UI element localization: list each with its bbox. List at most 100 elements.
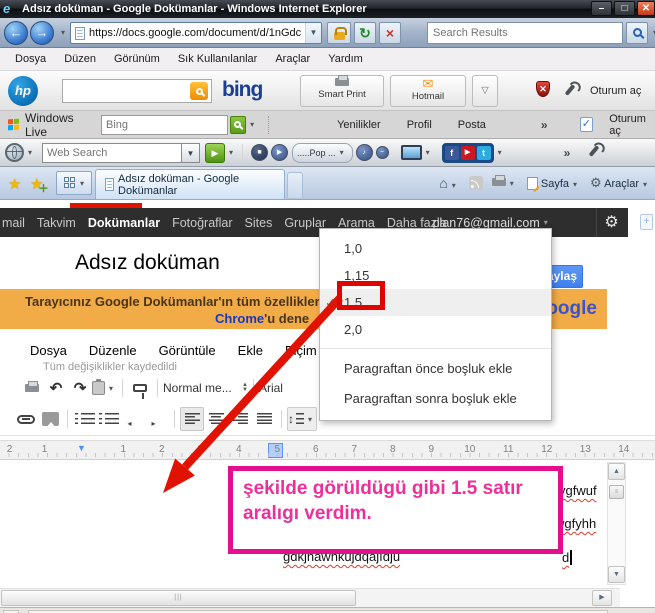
docs-menu-bicim[interactable]: Biçim bbox=[285, 343, 317, 358]
docs-menu-goruntule[interactable]: Görüntüle bbox=[159, 343, 216, 358]
doc-text-line3-right[interactable]: d bbox=[562, 549, 573, 567]
volume-button[interactable]: ♪ bbox=[355, 144, 373, 161]
spacing-option-1-0[interactable]: 1,0 bbox=[320, 235, 551, 262]
minimize-button[interactable]: – bbox=[591, 1, 612, 16]
twitter-icon[interactable]: t bbox=[476, 145, 491, 160]
go-button[interactable]: ▶ bbox=[205, 142, 226, 163]
forward-button[interactable]: → bbox=[30, 21, 54, 45]
web-search-input[interactable] bbox=[43, 143, 182, 162]
gbar-mail[interactable]: mail bbox=[2, 216, 25, 230]
document-title[interactable]: Adsız doküman bbox=[75, 251, 220, 275]
menu-sik-kullanilanlar[interactable]: Sık Kullanılanlar bbox=[169, 48, 267, 71]
add-favorite-icon[interactable]: ★ ＋ bbox=[30, 176, 48, 195]
live-signin-link[interactable]: Oturum aç bbox=[609, 113, 655, 137]
live-link-yenilikler[interactable]: Yenilikler bbox=[337, 119, 381, 131]
increase-indent-button[interactable] bbox=[145, 407, 169, 431]
doc-text-line1-right[interactable]: ygfwuf bbox=[559, 483, 597, 498]
social-dropdown-icon[interactable]: ▾ bbox=[498, 148, 502, 157]
globe-dropdown-icon[interactable]: ▾ bbox=[28, 148, 32, 157]
scroll-up-button[interactable]: ▲ bbox=[608, 463, 625, 480]
history-dropdown-icon[interactable]: ▾ bbox=[61, 28, 65, 37]
docs-menu-dosya[interactable]: Dosya bbox=[30, 343, 67, 358]
paint-format-button[interactable] bbox=[128, 376, 152, 400]
hotmail-button[interactable]: ✉ Hotmail bbox=[390, 75, 466, 107]
web-search-box[interactable] bbox=[42, 142, 183, 163]
print-button[interactable] bbox=[20, 376, 44, 400]
live-link-posta[interactable]: Posta bbox=[458, 119, 486, 131]
hp-toolbar-dropdown[interactable]: ▽ bbox=[472, 75, 498, 107]
align-right-button[interactable] bbox=[228, 407, 252, 431]
facebook-icon[interactable]: f bbox=[444, 145, 459, 160]
docs-menu-duzenle[interactable]: Düzenle bbox=[89, 343, 137, 358]
menu-araclar[interactable]: Araçlar bbox=[266, 48, 319, 71]
browser-search-input[interactable] bbox=[428, 23, 622, 43]
media-station-select[interactable]: .....Pop ... ▾ bbox=[292, 142, 353, 163]
document-vertical-scrollbar[interactable]: ▲ ≡ ▼ bbox=[607, 462, 626, 585]
horizontal-scroll-thumb[interactable]: ||| bbox=[1, 590, 356, 606]
menu-gorunum[interactable]: Görünüm bbox=[105, 48, 169, 71]
youtube-icon[interactable]: ▶ bbox=[460, 145, 475, 160]
style-spinner-icon[interactable]: ▲ ▼ bbox=[242, 382, 248, 393]
tools-menu-button[interactable]: ⚙ Araçlar ▾ bbox=[590, 176, 651, 190]
menu-dosya[interactable]: Dosya bbox=[6, 48, 55, 71]
redo-button[interactable]: ↷ bbox=[68, 376, 92, 400]
browser-tab[interactable]: Adsız doküman - Google Dokümanlar bbox=[95, 169, 285, 199]
address-dropdown-icon[interactable]: ▼ bbox=[305, 23, 321, 43]
web-search-dropdown[interactable]: ▼ bbox=[182, 142, 201, 163]
line-spacing-button[interactable]: ↕ ▾ bbox=[287, 407, 318, 431]
rss-feed-icon[interactable] bbox=[468, 176, 483, 190]
close-button[interactable]: ✕ bbox=[637, 1, 655, 16]
space-after-paragraph-option[interactable]: Paragraftan sonra boşluk ekle bbox=[320, 384, 551, 414]
live-search-input[interactable] bbox=[102, 115, 227, 134]
menu-yardim[interactable]: Yardım bbox=[319, 48, 372, 71]
wrench-icon[interactable] bbox=[588, 144, 600, 157]
hp-signin-link[interactable]: Oturum aç bbox=[590, 85, 641, 97]
back-button[interactable]: ← bbox=[4, 21, 28, 45]
live-search-dropdown-icon[interactable]: ▾ bbox=[250, 120, 254, 129]
gbar-dokumanlar[interactable]: Dokümanlar bbox=[88, 216, 160, 230]
paragraph-style-select[interactable]: Normal me... bbox=[163, 381, 239, 395]
scroll-right-button[interactable]: ▶ bbox=[592, 590, 612, 606]
gbar-takvim[interactable]: Takvim bbox=[37, 216, 76, 230]
security-lock-button[interactable] bbox=[327, 22, 351, 44]
insert-image-button[interactable] bbox=[38, 407, 62, 431]
print-button[interactable]: ▾ bbox=[491, 175, 518, 189]
live-search-box[interactable] bbox=[101, 114, 228, 135]
live-search-button[interactable] bbox=[229, 115, 247, 134]
spacing-option-2-0[interactable]: 2,0 bbox=[320, 316, 551, 343]
indent-marker-icon[interactable]: ▼ bbox=[77, 443, 86, 453]
mute-button[interactable]: − bbox=[375, 146, 389, 159]
globe-icon[interactable] bbox=[5, 143, 24, 162]
refresh-button[interactable]: ↻ bbox=[354, 22, 376, 44]
docs-menu-ekle[interactable]: Ekle bbox=[238, 343, 263, 358]
smart-print-button[interactable]: Smart Print bbox=[300, 75, 384, 107]
stop-button[interactable]: × bbox=[379, 22, 401, 44]
gbar-sites[interactable]: Sites bbox=[245, 216, 273, 230]
align-left-button[interactable] bbox=[180, 407, 204, 431]
document-horizontal-scrollbar[interactable]: ||| ▶ bbox=[0, 588, 620, 607]
address-bar[interactable]: https://docs.google.com/document/d/1nGdc… bbox=[70, 22, 322, 44]
account-dropdown-icon[interactable]: ▾ bbox=[544, 218, 548, 227]
search-go-button[interactable] bbox=[626, 22, 648, 44]
bullet-list-button[interactable] bbox=[97, 407, 121, 431]
gbar-fotograflar[interactable]: Fotoğraflar bbox=[172, 216, 232, 230]
menu-duzen[interactable]: Düzen bbox=[55, 48, 105, 71]
browser-search-box[interactable] bbox=[427, 22, 623, 44]
media-stop-button[interactable]: ■ bbox=[251, 144, 269, 161]
align-center-button[interactable] bbox=[204, 407, 228, 431]
media-play-button[interactable]: ▶ bbox=[271, 144, 289, 161]
scroll-down-button[interactable]: ▼ bbox=[608, 566, 625, 583]
maximize-button[interactable]: □ bbox=[614, 1, 635, 16]
live-link-profil[interactable]: Profil bbox=[407, 119, 432, 131]
checkbox-icon[interactable]: ✓ bbox=[579, 117, 594, 132]
undo-button[interactable]: ↶ bbox=[44, 376, 68, 400]
numbered-list-button[interactable] bbox=[73, 407, 97, 431]
tv-icon[interactable] bbox=[400, 145, 422, 160]
new-tab-stub[interactable] bbox=[287, 172, 303, 198]
settings-button[interactable]: ⚙ bbox=[596, 208, 626, 237]
quick-tabs-button[interactable]: ▾ bbox=[56, 171, 92, 195]
decrease-indent-button[interactable] bbox=[121, 407, 145, 431]
media-station-dropdown-icon[interactable]: ▾ bbox=[340, 144, 344, 162]
font-select[interactable]: Arial bbox=[259, 381, 283, 395]
paste-button[interactable]: ▾ bbox=[92, 376, 117, 400]
